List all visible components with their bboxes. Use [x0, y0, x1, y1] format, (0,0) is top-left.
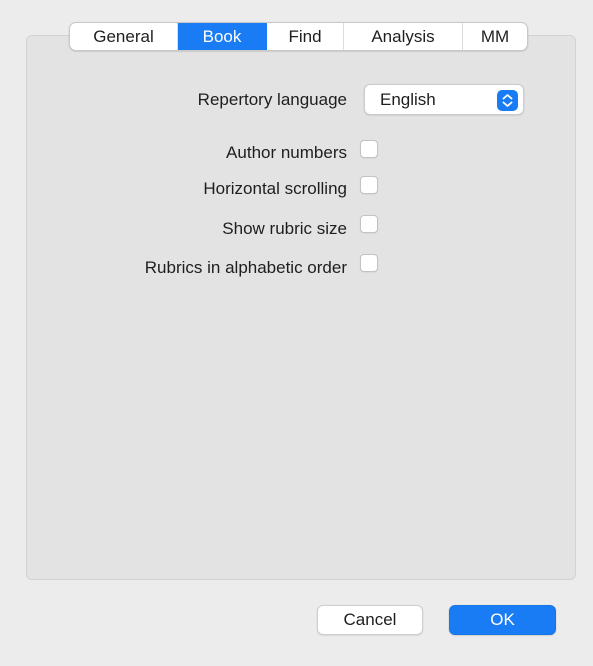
tab-mm[interactable]: MM	[463, 23, 527, 50]
tab-find[interactable]: Find	[267, 23, 344, 50]
horizontal-scrolling-label: Horizontal scrolling	[203, 179, 347, 198]
repertory-language-value: English	[380, 90, 436, 109]
show-rubric-size-label: Show rubric size	[222, 219, 347, 238]
tab-book[interactable]: Book	[178, 23, 267, 50]
author-numbers-checkbox[interactable]	[360, 140, 378, 158]
up-down-chevron-icon	[497, 90, 518, 111]
repertory-language-popup[interactable]: English	[364, 84, 524, 115]
cancel-button[interactable]: Cancel	[317, 605, 423, 635]
rubrics-alphabetic-order-label: Rubrics in alphabetic order	[144, 258, 347, 277]
show-rubric-size-checkbox[interactable]	[360, 215, 378, 233]
preferences-window: General Book Find Analysis MM Repertory …	[0, 0, 593, 666]
tab-bar: General Book Find Analysis MM	[69, 22, 528, 51]
tab-analysis[interactable]: Analysis	[344, 23, 463, 50]
author-numbers-label: Author numbers	[226, 143, 347, 162]
repertory-language-label: Repertory language	[197, 90, 347, 109]
tab-general[interactable]: General	[70, 23, 178, 50]
rubrics-alphabetic-order-checkbox[interactable]	[360, 254, 378, 272]
horizontal-scrolling-checkbox[interactable]	[360, 176, 378, 194]
ok-button[interactable]: OK	[449, 605, 556, 635]
tab-content-panel	[26, 35, 576, 580]
